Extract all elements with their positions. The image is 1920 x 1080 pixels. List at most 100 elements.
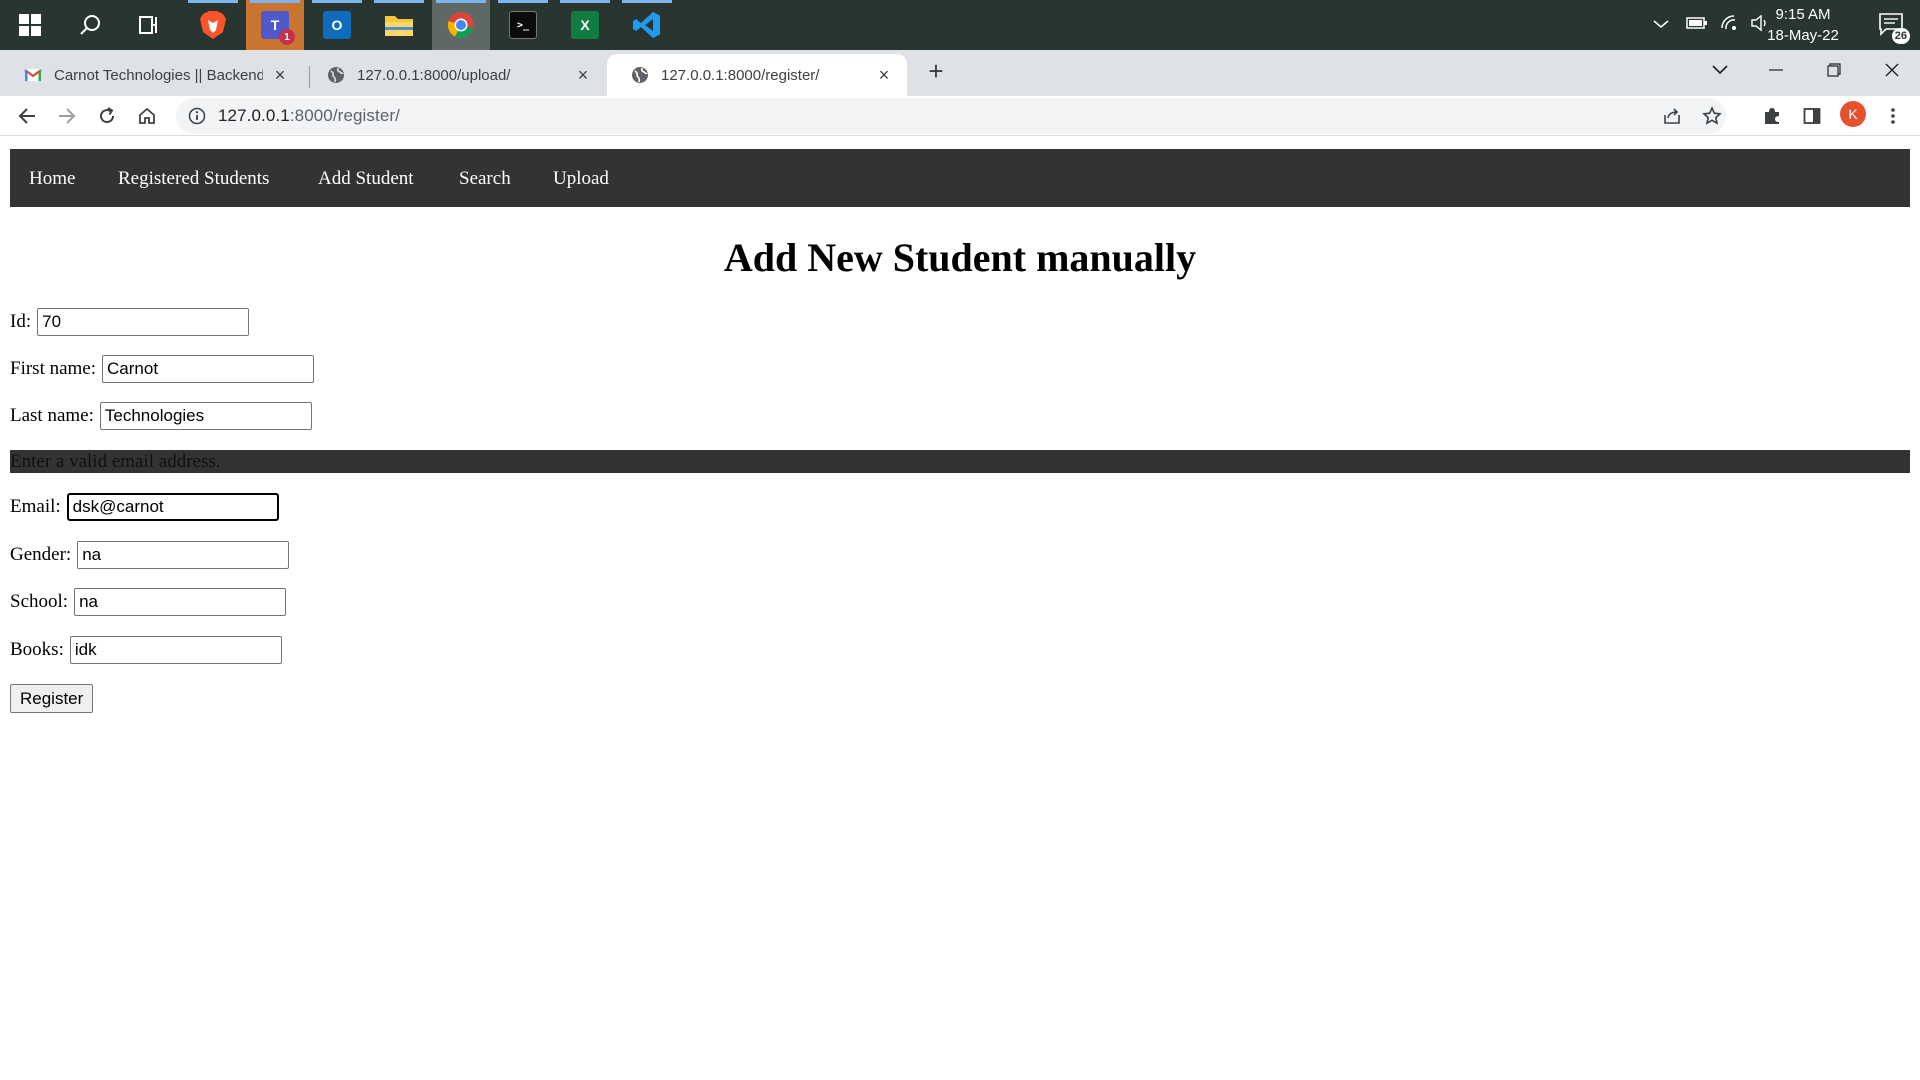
email-label: Email: — [10, 496, 61, 517]
field-first-name: First name: — [10, 355, 315, 383]
more-vertical-icon — [1891, 108, 1895, 124]
side-panel-button[interactable] — [1796, 100, 1828, 132]
tab-gmail[interactable]: Carnot Technologies || Backend D × — [0, 54, 303, 96]
restore-icon — [1827, 63, 1841, 77]
first-name-input[interactable] — [102, 355, 315, 383]
chevron-up-icon[interactable] — [1650, 16, 1672, 34]
nav-link-add-student[interactable]: Add Student — [318, 168, 414, 190]
windows-logo-icon — [19, 14, 41, 36]
tab-search-button[interactable] — [1692, 50, 1748, 90]
nav-link-home[interactable]: Home — [29, 168, 75, 190]
tab-register[interactable]: 127.0.0.1:8000/register/ × — [607, 54, 907, 96]
taskbar-vscode[interactable] — [618, 0, 676, 50]
clock-date: 18-May-22 — [1767, 27, 1839, 44]
start-button[interactable] — [1, 0, 59, 50]
tab-upload[interactable]: 127.0.0.1:8000/upload/ × — [303, 54, 606, 96]
site-navbar: Home Registered Students Add Student Sea… — [10, 149, 1910, 207]
id-input[interactable] — [37, 308, 250, 336]
back-button[interactable] — [11, 100, 43, 132]
brave-icon — [200, 11, 226, 39]
globe-icon — [328, 67, 344, 83]
taskbar-search-button[interactable] — [61, 0, 119, 50]
home-icon — [139, 107, 155, 124]
field-school: School: — [10, 588, 287, 616]
battery-icon[interactable] — [1686, 16, 1708, 35]
close-icon[interactable]: × — [875, 66, 893, 84]
id-label: Id: — [10, 311, 32, 332]
last-name-input[interactable] — [99, 402, 312, 430]
share-icon[interactable] — [1660, 104, 1684, 128]
field-books: Books: — [10, 636, 282, 664]
address-bar[interactable]: 127.0.0.1:8000/register/ — [176, 98, 1726, 134]
page-title: Add New Student manually — [723, 235, 1197, 280]
school-label: School: — [10, 591, 69, 612]
taskbar-excel[interactable]: X — [556, 0, 614, 50]
notification-count: 26 — [1891, 28, 1910, 44]
taskbar-teams[interactable]: T 1 — [246, 0, 304, 50]
forward-arrow-icon — [59, 108, 76, 124]
extensions-button[interactable] — [1756, 100, 1788, 132]
folder-icon — [385, 16, 413, 36]
minimize-button[interactable] — [1748, 50, 1804, 90]
home-button[interactable] — [131, 100, 163, 132]
notification-center-button[interactable]: 26 — [1878, 12, 1910, 44]
windows-taskbar: T 1 O >_ X 9:15 AM 18-May-22 26 — [0, 0, 1920, 50]
register-button[interactable]: Register — [10, 684, 94, 713]
clock-time: 9:15 AM — [1775, 6, 1831, 23]
close-icon[interactable]: × — [574, 66, 592, 84]
field-gender: Gender: — [10, 541, 290, 569]
bookmark-star-icon[interactable] — [1700, 104, 1724, 128]
browser-tab-strip: Carnot Technologies || Backend D × 127.0… — [0, 50, 1920, 96]
field-last-name: Last name: — [10, 402, 312, 430]
chrome-menu-button[interactable] — [1877, 100, 1909, 132]
browser-toolbar: 127.0.0.1:8000/register/ — [0, 96, 1920, 136]
taskbar-clock[interactable]: 9:15 AM 18-May-22 — [1758, 4, 1848, 46]
nav-link-registered-students[interactable]: Registered Students — [118, 168, 269, 190]
tab-title: 127.0.0.1:8000/upload/ — [357, 66, 511, 84]
nav-link-upload[interactable]: Upload — [553, 168, 609, 190]
chevron-down-icon — [1712, 65, 1728, 75]
email-input[interactable] — [66, 493, 279, 521]
forward-button[interactable] — [51, 100, 83, 132]
task-view-button[interactable] — [120, 0, 178, 50]
close-icon[interactable]: × — [271, 66, 289, 84]
taskbar-terminal[interactable]: >_ — [494, 0, 552, 50]
info-icon[interactable] — [188, 107, 206, 125]
gmail-icon — [24, 69, 42, 81]
taskbar-file-explorer[interactable] — [370, 0, 428, 50]
nav-link-search[interactable]: Search — [459, 168, 511, 190]
taskbar-outlook[interactable]: O — [308, 0, 366, 50]
new-tab-button[interactable]: + — [922, 58, 950, 86]
wifi-icon[interactable] — [1720, 14, 1740, 37]
reload-icon — [100, 107, 115, 124]
globe-icon — [632, 67, 648, 83]
profile-avatar[interactable]: K — [1840, 101, 1866, 127]
system-tray — [1650, 0, 1770, 50]
teams-icon: T 1 — [261, 11, 295, 45]
close-window-button[interactable] — [1864, 50, 1920, 90]
school-input[interactable] — [74, 588, 287, 616]
chrome-icon — [447, 12, 474, 38]
field-id: Id: — [10, 308, 250, 336]
first-name-label: First name: — [10, 358, 97, 379]
gender-input[interactable] — [77, 541, 290, 569]
task-view-icon — [139, 16, 157, 34]
back-arrow-icon — [18, 108, 35, 124]
taskbar-brave[interactable] — [184, 0, 242, 50]
url-text: 127.0.0.1:8000/register/ — [218, 106, 400, 125]
excel-icon: X — [571, 11, 599, 39]
reload-button[interactable] — [91, 100, 123, 132]
email-error-message: Enter a valid email address. — [10, 450, 1910, 473]
side-panel-icon — [1803, 108, 1821, 124]
page-content: Home Registered Students Add Student Sea… — [0, 137, 1920, 1080]
teams-badge: 1 — [279, 29, 295, 45]
last-name-label: Last name: — [10, 405, 94, 426]
books-input[interactable] — [69, 636, 282, 664]
restore-button[interactable] — [1806, 50, 1862, 90]
puzzle-icon — [1765, 108, 1779, 124]
outlook-icon: O — [323, 11, 351, 39]
tab-title: Carnot Technologies || Backend D — [54, 66, 263, 84]
taskbar-chrome[interactable] — [432, 0, 490, 50]
field-email: Email: — [10, 493, 279, 521]
search-icon — [80, 15, 100, 35]
